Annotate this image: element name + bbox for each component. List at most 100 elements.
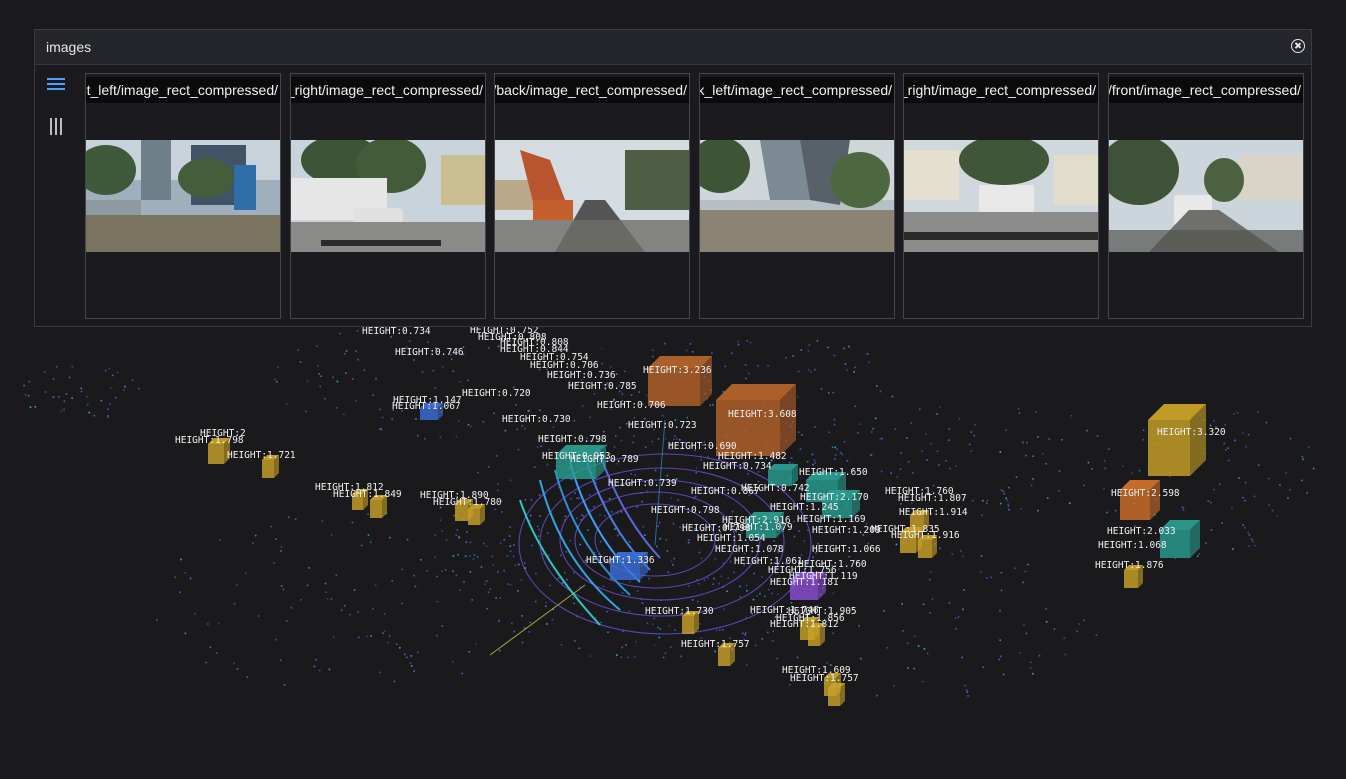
lidar-point xyxy=(1265,421,1268,424)
lidar-point xyxy=(761,576,763,578)
lidar-point xyxy=(1232,548,1234,550)
lidar-point xyxy=(899,468,902,470)
lidar-point xyxy=(1086,429,1088,432)
lidar-point xyxy=(653,617,656,620)
lidar-point xyxy=(670,646,672,648)
lidar-point xyxy=(406,656,408,659)
lidar-point xyxy=(874,417,877,420)
camera-image xyxy=(291,140,485,252)
menu-icon[interactable] xyxy=(47,77,65,91)
lidar-point xyxy=(406,538,409,541)
lidar-point xyxy=(1053,628,1056,630)
lidar-point xyxy=(325,591,327,593)
lidar-point xyxy=(697,600,699,603)
lidar-point xyxy=(910,422,913,424)
lidar-point xyxy=(434,387,436,389)
lidar-point xyxy=(1221,522,1223,524)
lidar-point xyxy=(622,630,624,633)
lidar-point xyxy=(812,463,814,466)
lidar-point xyxy=(63,408,65,411)
lidar-point xyxy=(1000,571,1003,574)
lidar-point xyxy=(1233,413,1235,415)
lidar-point xyxy=(658,521,661,524)
lidar-point xyxy=(576,517,578,520)
detection-height-label: HEIGHT:1.916 xyxy=(891,530,960,541)
lidar-point xyxy=(759,592,761,595)
lidar-point xyxy=(467,379,469,382)
camera-tile[interactable]: /camera/front/image_rect_compressed xyxy=(1108,73,1304,319)
lidar-point xyxy=(512,555,515,558)
lidar-point xyxy=(1247,531,1249,534)
detection-height-label: HEIGHT:0.720 xyxy=(462,388,531,399)
lidar-point xyxy=(352,378,354,380)
lidar-point xyxy=(100,399,103,402)
camera-tile[interactable]: /camera/back_left/image_rect_compressed xyxy=(699,73,895,319)
lidar-point xyxy=(452,570,454,572)
lidar-point xyxy=(803,540,806,542)
lidar-point xyxy=(737,343,740,346)
columns-icon[interactable] xyxy=(50,118,64,135)
detection-height-label: HEIGHT:1.245 xyxy=(770,502,839,513)
camera-image xyxy=(1109,140,1303,252)
lidar-point xyxy=(356,330,359,332)
detection-height-label: HEIGHT:1.078 xyxy=(715,544,784,555)
detection-box xyxy=(828,683,845,706)
lidar-point xyxy=(807,369,810,371)
camera-tile[interactable]: /camera/front_right/image_rect_compresse… xyxy=(290,73,486,319)
close-icon[interactable] xyxy=(1291,39,1305,53)
detection-box xyxy=(1120,480,1160,520)
lidar-point xyxy=(954,617,957,619)
lidar-point xyxy=(300,599,302,601)
lidar-point xyxy=(409,662,412,664)
lidar-point xyxy=(986,499,989,502)
lidar-point xyxy=(379,671,381,674)
lidar-point xyxy=(382,632,384,634)
lidar-point xyxy=(219,538,221,541)
lidar-point xyxy=(670,497,673,499)
lidar-point xyxy=(558,486,561,489)
lidar-point xyxy=(506,555,509,557)
lidar-point xyxy=(1289,489,1291,491)
lidar-point xyxy=(124,385,126,388)
lidar-point xyxy=(929,612,931,614)
lidar-point xyxy=(894,428,897,430)
lidar-point xyxy=(601,362,604,365)
lidar-point xyxy=(604,509,607,511)
lidar-point xyxy=(613,446,616,448)
lidar-point xyxy=(616,654,618,656)
lidar-point xyxy=(744,633,747,636)
lidar-point xyxy=(646,622,649,625)
lidar-point xyxy=(27,395,30,397)
lidar-point xyxy=(926,459,928,461)
lidar-point xyxy=(712,404,714,406)
lidar-point xyxy=(1005,429,1007,431)
camera-tile[interactable]: /camera/back/image_rect_compressed xyxy=(494,73,690,319)
lidar-point xyxy=(499,649,501,652)
lidar-point xyxy=(632,441,634,444)
lidar-point xyxy=(836,448,838,450)
lidar-point xyxy=(1091,468,1093,470)
camera-tile[interactable]: /camera/back_right/image_rect_compressed xyxy=(903,73,1099,319)
lidar-point xyxy=(427,341,429,344)
camera-tile[interactable]: /camera/front_left/image_rect_compressed xyxy=(85,73,281,319)
lidar-point xyxy=(764,595,766,598)
lidar-point xyxy=(558,577,560,579)
lidar-point xyxy=(581,613,583,615)
lidar-point xyxy=(179,591,181,593)
lidar-point xyxy=(432,369,435,372)
lidar-point xyxy=(628,610,631,612)
lidar-point xyxy=(514,564,517,567)
lidar-point xyxy=(63,400,66,403)
lidar-point xyxy=(666,474,669,477)
lidar-point xyxy=(841,453,844,456)
lidar-point xyxy=(86,395,88,398)
lidar-point xyxy=(691,351,694,353)
lidar-point xyxy=(573,419,576,422)
lidar-point xyxy=(343,353,346,355)
lidar-point xyxy=(866,353,869,355)
lidar-point xyxy=(1253,495,1256,498)
lidar-point xyxy=(620,656,623,659)
lidar-point xyxy=(207,623,209,625)
lidar-point xyxy=(86,403,89,406)
lidar-point xyxy=(184,572,187,574)
